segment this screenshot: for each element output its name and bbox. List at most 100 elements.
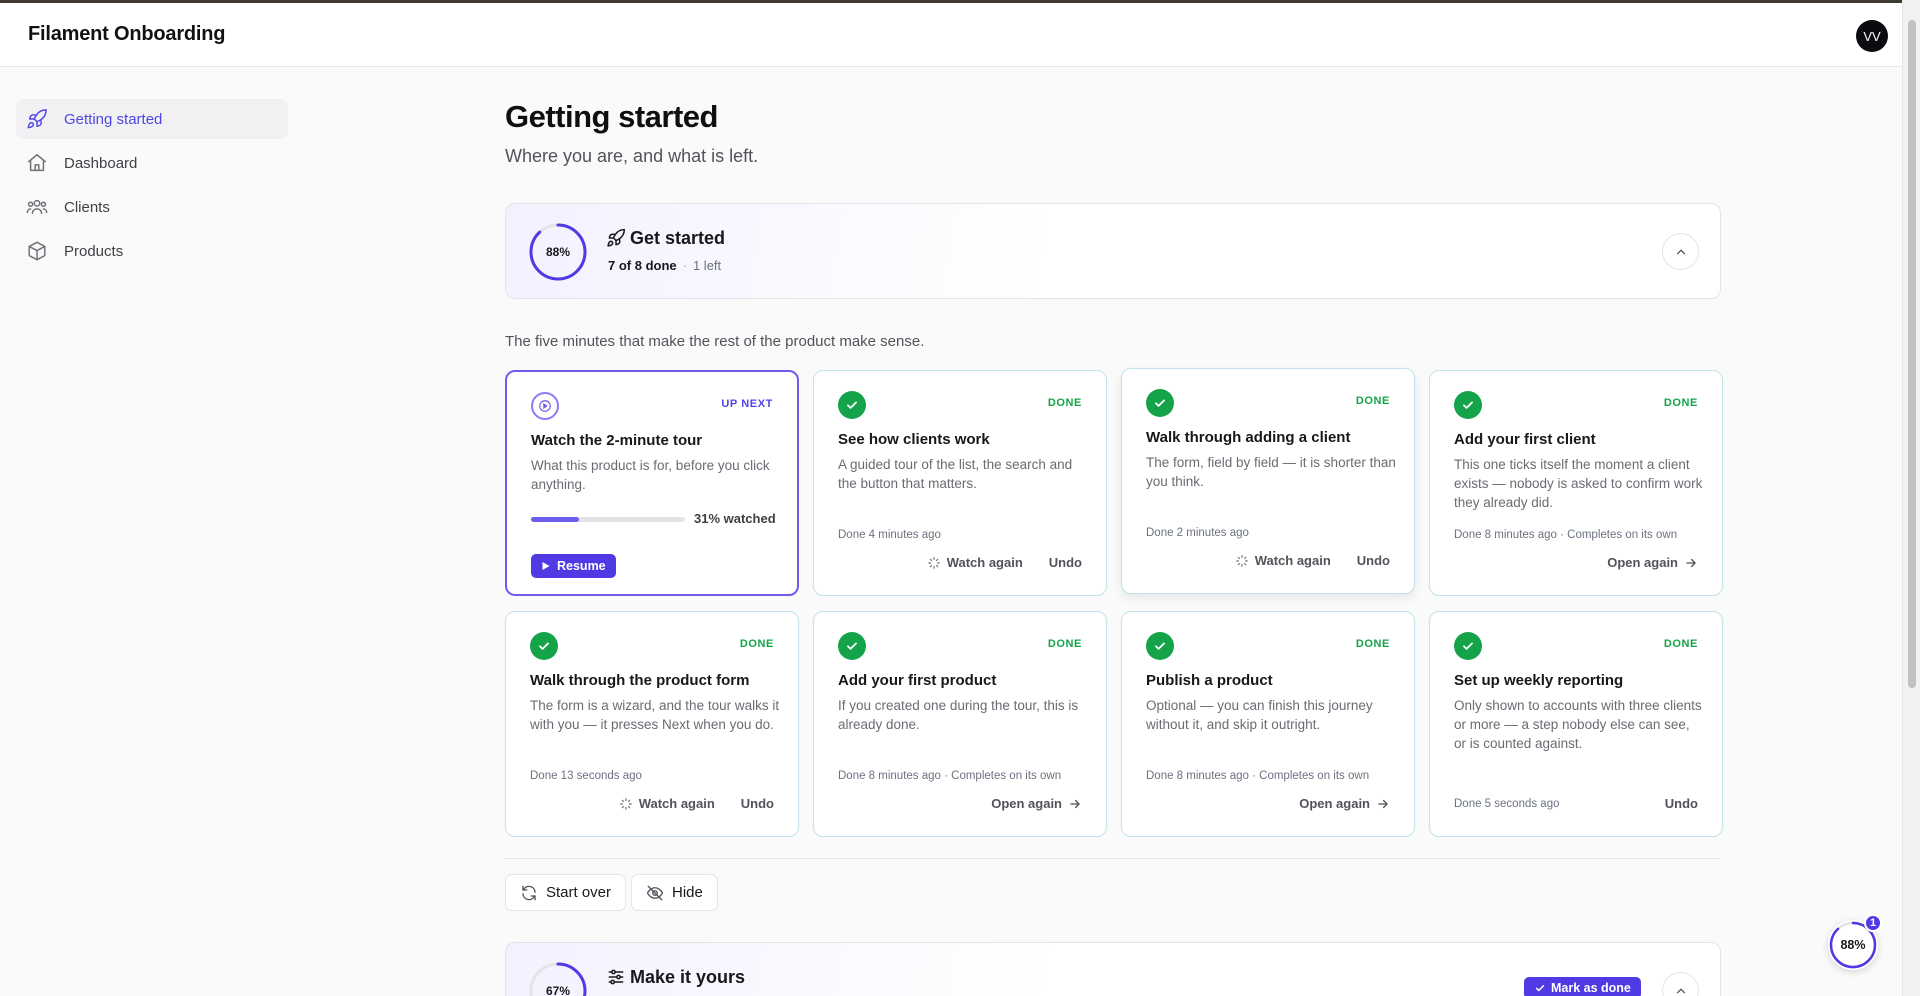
resume-label: Resume [557, 559, 606, 573]
task-card-adding-client-tour[interactable]: DONE Walk through adding a client The fo… [1121, 368, 1415, 594]
card-title: Publish a product [1146, 672, 1273, 689]
hide-label: Hide [672, 884, 703, 901]
card-title: Walk through the product form [530, 672, 750, 689]
sidebar-item-label: Getting started [64, 110, 163, 128]
card-title: Add your first product [838, 672, 997, 689]
card-title: Watch the 2-minute tour [531, 432, 703, 449]
collapse-button[interactable] [1662, 233, 1699, 270]
done-timestamp: Done 8 minutes ago · Completes on its ow… [1146, 770, 1370, 782]
done-timestamp: Done 13 seconds ago [530, 770, 642, 782]
top-bar: Filament Onboarding VV [0, 3, 1902, 67]
check-icon [1146, 389, 1174, 417]
page-scrollbar[interactable] [1902, 0, 1920, 996]
sidebar-item-clients[interactable]: Clients [16, 187, 288, 227]
card-actions: Undo [1665, 796, 1698, 811]
collapse-button[interactable] [1662, 972, 1699, 996]
status-badge: UP NEXT [721, 398, 773, 410]
watch-again-button[interactable]: Watch again [1235, 553, 1331, 568]
done-timestamp: Done 2 minutes ago [1146, 527, 1249, 539]
card-description: The form is a wizard, and the tour walks… [530, 698, 780, 732]
done-count: 7 of 8 done [608, 258, 677, 273]
check-icon [530, 632, 558, 660]
notification-count-badge: 1 [1864, 914, 1882, 932]
card-title: Set up weekly reporting [1454, 672, 1624, 689]
onboarding-progress-launcher[interactable]: 88% 1 [1828, 914, 1882, 970]
card-description: Optional — you can finish this journey w… [1146, 698, 1373, 732]
card-actions: Watch again Undo [1235, 553, 1390, 568]
resume-button[interactable]: Resume [531, 554, 616, 578]
cube-icon [28, 241, 46, 261]
watch-again-button[interactable]: Watch again [619, 796, 715, 811]
watch-progress-fill [531, 517, 579, 522]
page-subtitle: Where you are, and what is left. [505, 146, 759, 166]
user-avatar[interactable]: VV [1856, 20, 1888, 52]
progress-percent: 88% [545, 245, 571, 259]
watch-again-button[interactable]: Watch again [927, 555, 1023, 570]
check-icon [838, 632, 866, 660]
panel-meta: 7 of 8 done · 1 left [608, 258, 722, 273]
chevron-up-icon [1676, 249, 1685, 254]
sidebar-item-label: Clients [64, 198, 110, 216]
section-intro: The five minutes that make the rest of t… [505, 333, 925, 350]
open-again-button[interactable]: Open again [991, 796, 1082, 811]
mark-as-done-button[interactable]: Mark as done [1524, 977, 1641, 996]
task-card-publish-product[interactable]: DONE Publish a product Optional — you ca… [1121, 611, 1415, 837]
start-over-button[interactable]: Start over [505, 874, 627, 911]
card-actions: Open again [1607, 555, 1698, 570]
sidebar-item-getting-started[interactable]: Getting started [16, 99, 288, 139]
open-again-button[interactable]: Open again [1607, 555, 1698, 570]
get-started-panel: 88% Get started 7 of 8 done · 1 left [505, 203, 1721, 299]
task-card-watch-tour[interactable]: UP NEXT Watch the 2-minute tour What thi… [505, 370, 799, 596]
section-divider [505, 858, 1721, 859]
scrollbar-thumb[interactable] [1908, 20, 1916, 688]
card-description: What this product is for, before you cli… [531, 458, 770, 492]
card-actions: Watch again Undo [619, 796, 774, 811]
hide-button[interactable]: Hide [631, 874, 718, 911]
rocket-icon [27, 109, 47, 129]
card-actions: Open again [991, 796, 1082, 811]
play-circle-icon [531, 392, 559, 420]
task-card-first-product[interactable]: DONE Add your first product If you creat… [813, 611, 1107, 837]
done-timestamp: Done 8 minutes ago · Completes on its ow… [838, 770, 1062, 782]
check-icon [838, 391, 866, 419]
done-timestamp: Done 8 minutes ago · Completes on its ow… [1454, 529, 1678, 541]
arrow-right-icon [1378, 799, 1388, 808]
app-title: Filament Onboarding [28, 23, 226, 45]
status-badge: DONE [1663, 638, 1698, 650]
eye-off-icon [646, 885, 664, 900]
card-description: A guided tour of the list, the search an… [838, 457, 1073, 491]
panel-title: Get started [630, 228, 726, 248]
status-badge: DONE [1355, 638, 1390, 650]
home-icon [28, 154, 46, 172]
undo-button[interactable]: Undo [1357, 553, 1390, 568]
arrow-right-icon [1686, 558, 1696, 567]
card-description: If you created one during the tour, this… [838, 698, 1079, 732]
done-timestamp: Done 4 minutes ago [838, 529, 941, 541]
status-badge: DONE [1663, 397, 1698, 409]
task-card-weekly-reporting[interactable]: DONE Set up weekly reporting Only shown … [1429, 611, 1723, 837]
page-title: Getting started [505, 99, 718, 134]
status-badge: DONE [1047, 397, 1082, 409]
start-over-label: Start over [546, 884, 612, 901]
task-card-clients-tour[interactable]: DONE See how clients work A guided tour … [813, 370, 1107, 596]
sliders-icon [608, 969, 624, 985]
card-title: See how clients work [838, 431, 990, 448]
card-actions: Open again [1299, 796, 1390, 811]
sidebar-item-dashboard[interactable]: Dashboard [16, 143, 288, 183]
undo-button[interactable]: Undo [1049, 555, 1082, 570]
undo-button[interactable]: Undo [741, 796, 774, 811]
loader-icon [619, 797, 632, 810]
task-card-first-client[interactable]: DONE Add your first client This one tick… [1429, 370, 1723, 596]
progress-percent: 67% [545, 984, 571, 996]
check-icon [1535, 985, 1545, 992]
card-description: Only shown to accounts with three client… [1454, 698, 1702, 751]
mark-done-label: Mark as done [1551, 981, 1631, 995]
card-description: This one ticks itself the moment a clien… [1454, 457, 1703, 510]
sidebar-item-products[interactable]: Products [16, 231, 288, 271]
undo-button[interactable]: Undo [1665, 796, 1698, 811]
open-again-button[interactable]: Open again [1299, 796, 1390, 811]
make-it-yours-panel: 67% Make it yours Mark as done [505, 942, 1721, 996]
task-card-product-form-tour[interactable]: DONE Walk through the product form The f… [505, 611, 799, 837]
status-badge: DONE [1355, 395, 1390, 407]
status-badge: DONE [1047, 638, 1082, 650]
